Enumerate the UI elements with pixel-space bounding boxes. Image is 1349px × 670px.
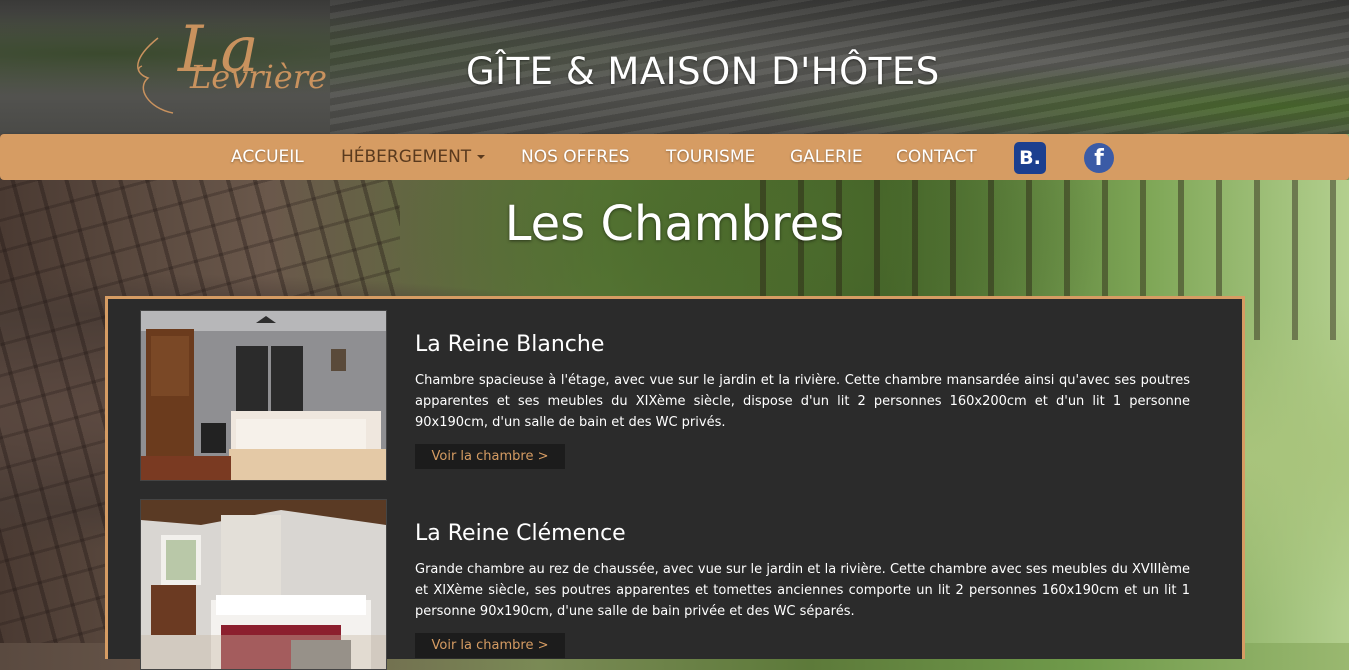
- site-logo[interactable]: La Levrière: [128, 8, 368, 128]
- nav-item-accueil[interactable]: ACCUEIL: [231, 147, 304, 167]
- page-title: Les Chambres: [504, 196, 845, 252]
- room-title: La Reine Clémence: [415, 521, 626, 546]
- main-navbar: ACCUEIL HÉBERGEMENT NOS OFFRES TOURISME …: [0, 134, 1349, 180]
- room-card: La Reine Blanche Chambre spacieuse à l'é…: [140, 310, 1200, 481]
- nav-item-hebergement[interactable]: HÉBERGEMENT: [341, 147, 486, 167]
- room-photo-image: [141, 311, 386, 480]
- nav-item-nos-offres[interactable]: NOS OFFRES: [521, 147, 630, 167]
- nav-item-galerie[interactable]: GALERIE: [790, 147, 863, 167]
- room-photo-reine-blanche[interactable]: [140, 310, 387, 481]
- nav-item-tourisme[interactable]: TOURISME: [666, 147, 755, 167]
- booking-icon[interactable]: B.: [1014, 142, 1046, 174]
- room-photo-reine-clemence[interactable]: [140, 499, 387, 670]
- facebook-icon[interactable]: f: [1084, 143, 1114, 173]
- room-photo-image: [141, 500, 386, 669]
- nav-item-hebergement-label: HÉBERGEMENT: [341, 147, 472, 167]
- room-description: Grande chambre au rez de chaussée, avec …: [415, 562, 1190, 619]
- room-description: Chambre spacieuse à l'étage, avec vue su…: [415, 373, 1190, 430]
- logo-text-small: Levrière: [190, 58, 327, 96]
- room-title: La Reine Blanche: [415, 332, 605, 357]
- nav-item-contact[interactable]: CONTACT: [896, 147, 977, 167]
- site-title: GÎTE & MAISON D'HÔTES: [466, 50, 940, 93]
- room-card: La Reine Clémence Grande chambre au rez …: [140, 499, 1200, 670]
- chevron-down-icon: [477, 155, 486, 159]
- view-room-button[interactable]: Voir la chambre >: [415, 633, 565, 658]
- rooms-panel: La Reine Blanche Chambre spacieuse à l'é…: [105, 296, 1245, 670]
- site-header: La Levrière GÎTE & MAISON D'HÔTES: [0, 0, 1349, 134]
- view-room-button[interactable]: Voir la chambre >: [415, 444, 565, 469]
